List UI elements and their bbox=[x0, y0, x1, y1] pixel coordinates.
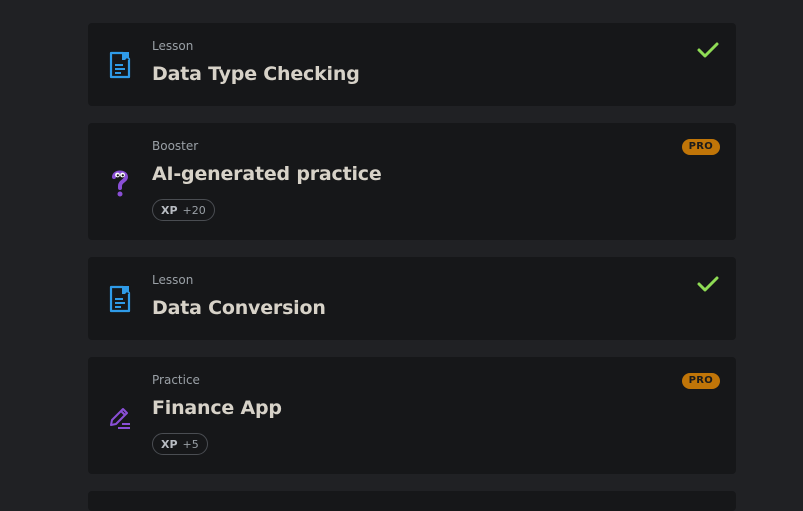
pro-badge: PRO bbox=[681, 373, 720, 389]
question-mascot-icon bbox=[108, 168, 132, 198]
xp-badge: XP +20 bbox=[152, 199, 215, 221]
lesson-doc-icon bbox=[108, 50, 132, 80]
xp-badge: XP +5 bbox=[152, 433, 208, 455]
item-title: Data Type Checking bbox=[152, 63, 360, 85]
item-title: Data Conversion bbox=[152, 297, 326, 319]
xp-label: XP bbox=[161, 437, 178, 451]
xp-label: XP bbox=[161, 203, 178, 217]
item-type-label: Lesson bbox=[152, 39, 194, 53]
item-type-label: Practice bbox=[152, 373, 200, 387]
item-type-label: Booster bbox=[152, 139, 199, 153]
pro-badge: PRO bbox=[681, 139, 720, 155]
item-type-label: Lesson bbox=[152, 273, 194, 287]
list-item-partial[interactable] bbox=[88, 491, 736, 511]
item-title: Finance App bbox=[152, 397, 282, 419]
check-icon bbox=[696, 274, 720, 294]
pencil-edit-icon bbox=[108, 402, 132, 432]
list-item-lesson[interactable]: Lesson Data Type Checking bbox=[88, 23, 736, 106]
check-icon bbox=[696, 40, 720, 60]
list-item-lesson[interactable]: Lesson Data Conversion bbox=[88, 257, 736, 340]
list-item-booster[interactable]: Booster AI-generated practice XP +20 PRO bbox=[88, 123, 736, 240]
item-title: AI-generated practice bbox=[152, 163, 382, 185]
xp-value: +5 bbox=[182, 437, 199, 451]
lesson-list: Lesson Data Type Checking Booster AI-gen… bbox=[88, 23, 736, 511]
lesson-doc-icon bbox=[108, 284, 132, 314]
xp-value: +20 bbox=[182, 203, 206, 217]
list-item-practice[interactable]: Practice Finance App XP +5 PRO bbox=[88, 357, 736, 474]
